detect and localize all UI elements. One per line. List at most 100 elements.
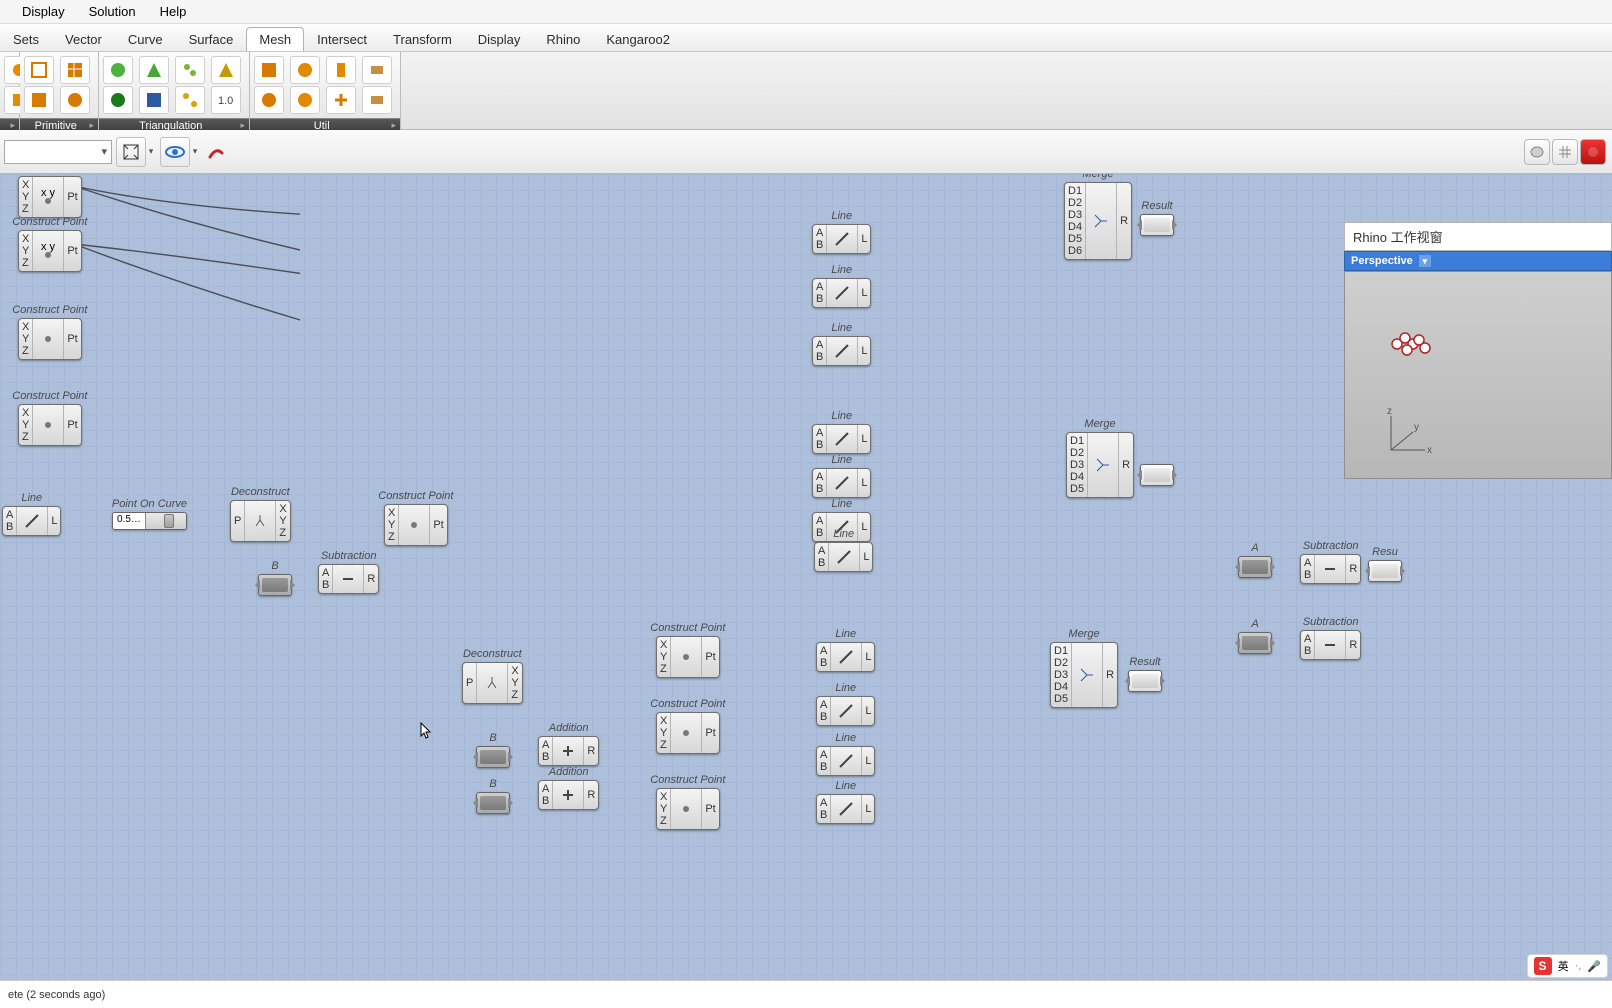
node-line[interactable]: LineABL (812, 278, 871, 308)
tab-display[interactable]: Display (465, 27, 534, 51)
param-number[interactable]: B (476, 792, 510, 814)
ribbon-icon[interactable] (60, 86, 90, 114)
ribbon-icon[interactable]: 1.0 (211, 86, 241, 114)
ribbon-icon[interactable] (175, 86, 205, 114)
canvas-viewport[interactable]: XYZ x y Pt Construct Point XYZ x y Pt Co… (0, 174, 1612, 980)
node-construct-point[interactable]: XYZ x y Pt (18, 176, 82, 218)
ribbon-icon[interactable] (175, 56, 205, 84)
preview-dropdown[interactable]: ▾ (190, 146, 200, 157)
node-construct-point[interactable]: Construct Point XYZ Pt (384, 504, 448, 546)
node-line[interactable]: LineABL (812, 424, 871, 454)
node-line[interactable]: LineABL (816, 746, 875, 776)
ribbon: Primitive 1.0 Triangulation Util (0, 52, 1612, 130)
tab-intersect[interactable]: Intersect (304, 27, 380, 51)
param-number[interactable]: B (476, 746, 510, 768)
node-label: Line (831, 322, 852, 334)
node-addition[interactable]: Addition AB R (538, 780, 599, 810)
node-construct-point[interactable]: Construct Point XYZ Pt (18, 318, 82, 360)
node-line[interactable]: LineABL (812, 336, 871, 366)
param-label: Result (1129, 656, 1160, 668)
menu-solution[interactable]: Solution (77, 0, 148, 23)
xyz-icon (671, 789, 701, 829)
param-number[interactable]: B (258, 574, 292, 596)
microphone-icon[interactable]: 🎤 (1587, 960, 1601, 973)
doc-button[interactable] (1524, 139, 1550, 165)
grid-button[interactable] (1552, 139, 1578, 165)
ribbon-icon[interactable] (103, 86, 133, 114)
ribbon-icon[interactable] (139, 86, 169, 114)
node-subtraction[interactable]: SubtractionABR (1300, 630, 1361, 660)
ribbon-icon[interactable] (24, 86, 54, 114)
tab-kangaroo2[interactable]: Kangaroo2 (593, 27, 683, 51)
ribbon-icon[interactable] (103, 56, 133, 84)
ribbon-icon[interactable] (362, 86, 392, 114)
param-result[interactable] (1140, 464, 1174, 486)
param-number[interactable]: A (1238, 632, 1272, 654)
node-point-on-curve[interactable]: Point On Curve 0.5… (112, 512, 187, 530)
node-construct-point[interactable]: Construct Point XYZPt (656, 636, 720, 678)
ribbon-icon[interactable] (290, 86, 320, 114)
node-construct-point[interactable]: Construct Point XYZ Pt (18, 404, 82, 446)
ribbon-icon[interactable] (362, 56, 392, 84)
node-line[interactable]: LineABL (812, 224, 871, 254)
node-subtraction[interactable]: Subtraction AB R (318, 564, 379, 594)
param-number[interactable]: A (1238, 556, 1272, 578)
tab-mesh[interactable]: Mesh (246, 27, 304, 51)
rhino-viewport-selector[interactable]: Perspective▾ (1344, 251, 1612, 271)
ribbon-icon[interactable] (326, 56, 356, 84)
ribbon-icon[interactable] (139, 56, 169, 84)
zoom-combo[interactable] (4, 140, 112, 164)
node-deconstruct[interactable]: Deconstruct P XYZ (462, 662, 523, 704)
node-line[interactable]: LineABL (814, 542, 873, 572)
tab-curve[interactable]: Curve (115, 27, 176, 51)
param-result[interactable]: Result (1128, 670, 1162, 692)
zoom-dropdown[interactable]: ▾ (146, 146, 156, 157)
node-line[interactable]: LineABL (816, 642, 875, 672)
zoom-extents-button[interactable] (116, 137, 146, 167)
node-label: Addition (549, 722, 589, 734)
node-line[interactable]: LineABL (816, 696, 875, 726)
menu-help[interactable]: Help (148, 0, 199, 23)
canvas[interactable]: XYZ x y Pt Construct Point XYZ x y Pt Co… (0, 174, 1612, 980)
tab-transform[interactable]: Transform (380, 27, 465, 51)
ribbon-icon[interactable] (254, 86, 284, 114)
slider-value[interactable]: 0.5… (113, 513, 146, 529)
node-addition[interactable]: Addition AB R (538, 736, 599, 766)
param-result[interactable]: Result (1140, 214, 1174, 236)
ribbon-icon[interactable] (254, 56, 284, 84)
line-icon (827, 225, 857, 253)
ribbon-icon[interactable] (211, 56, 241, 84)
node-merge[interactable]: Merge D1D2D3D4D5R (1050, 642, 1118, 708)
ime-bar[interactable]: S 英 ·, 🎤 (1527, 954, 1608, 978)
node-deconstruct[interactable]: Deconstruct P XYZ (230, 500, 291, 542)
ime-logo-icon[interactable]: S (1534, 957, 1552, 975)
node-merge[interactable]: Merge D1D2D3D4D5R (1066, 432, 1134, 498)
ribbon-icon[interactable] (326, 86, 356, 114)
sketch-button[interactable] (204, 137, 234, 167)
node-subtraction[interactable]: SubtractionABR (1300, 554, 1361, 584)
rhino-viewport-panel[interactable]: Rhino 工作视窗 Perspective▾ z x y (1344, 222, 1612, 479)
slider-track[interactable] (146, 513, 186, 529)
record-button[interactable] (1580, 139, 1606, 165)
tab-surface[interactable]: Surface (176, 27, 247, 51)
tab-sets[interactable]: Sets (0, 27, 52, 51)
node-construct-point[interactable]: Construct Point XYZPt (656, 788, 720, 830)
node-construct-point[interactable]: Construct Point XYZPt (656, 712, 720, 754)
menu-bar: Display Solution Help (0, 0, 1612, 24)
ribbon-icon[interactable] (24, 56, 54, 84)
tab-rhino[interactable]: Rhino (533, 27, 593, 51)
ime-language[interactable]: 英 (1558, 958, 1569, 974)
node-line[interactable]: Line AB L (2, 506, 61, 536)
node-construct-point[interactable]: Construct Point XYZ x y Pt (18, 230, 82, 272)
node-line[interactable]: LineABL (816, 794, 875, 824)
node-line[interactable]: LineABL (812, 468, 871, 498)
rhino-viewport-view[interactable]: z x y (1344, 271, 1612, 479)
param-result[interactable]: Resu (1368, 560, 1402, 582)
node-merge[interactable]: Merge D1D2D3D4D5D6R (1064, 182, 1132, 260)
chevron-down-icon[interactable]: ▾ (1419, 255, 1431, 267)
menu-display[interactable]: Display (10, 0, 77, 23)
tab-vector[interactable]: Vector (52, 27, 115, 51)
preview-button[interactable] (160, 137, 190, 167)
ribbon-icon[interactable] (60, 56, 90, 84)
ribbon-icon[interactable] (290, 56, 320, 84)
